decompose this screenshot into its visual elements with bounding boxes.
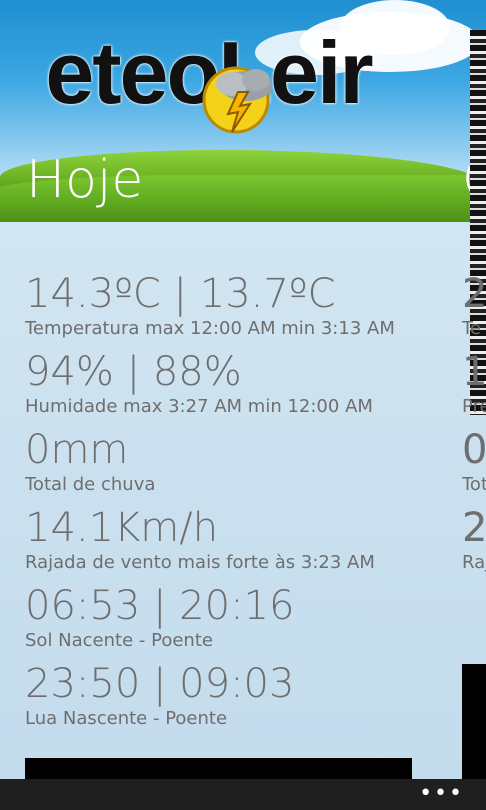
peek-value: 1 <box>462 349 486 395</box>
stat-label: Total de chuva <box>25 474 156 495</box>
stat-value: 14.3ºC | 13.7ºC <box>25 271 336 317</box>
app-bar: ••• <box>0 779 486 810</box>
stat-value: 06:53 | 20:16 <box>25 583 295 629</box>
peek-label: Raj <box>462 552 486 573</box>
stat-sun: 06:53 | 20:16 Sol Nacente - Poente <box>25 582 395 652</box>
stat-rain: 0mm Total de chuva <box>25 426 395 496</box>
stat-temperature: 14.3ºC | 13.7ºC Temperatura max 12:00 AM… <box>25 270 395 340</box>
stat-label: Temperatura max 12:00 AM min 3:13 AM <box>25 318 395 339</box>
peek-value: 2 <box>462 271 486 317</box>
stat-value: 0mm <box>25 427 129 473</box>
stat-humidity: 94% | 88% Humidade max 3:27 AM min 12:00… <box>25 348 395 418</box>
peek-label: Pre <box>462 396 486 417</box>
peek-label: Te <box>462 318 482 339</box>
stat-label: Lua Nascente - Poente <box>25 708 228 729</box>
stat-label: Sol Nacente - Poente <box>25 630 213 651</box>
next-pivot-peek[interactable]: 2 Te 1 Pre 0 Tot 2 Raj <box>462 270 486 582</box>
stats-list: 14.3ºC | 13.7ºC Temperatura max 12:00 AM… <box>25 270 395 738</box>
stat-wind-gust: 14.1Km/h Rajada de vento mais forte às 3… <box>25 504 395 574</box>
stat-label: Rajada de vento mais forte às 3:23 AM <box>25 552 375 573</box>
stat-value: 94% | 88% <box>25 349 242 395</box>
peek-value: 0 <box>462 427 486 473</box>
stat-value: 23:50 | 09:03 <box>25 661 295 707</box>
header-banner: MeteoLeir Hoje O <box>0 0 486 222</box>
ad-placeholder <box>25 758 412 780</box>
pivot-title-today[interactable]: Hoje <box>26 150 143 210</box>
stat-value: 14.1Km/h <box>25 505 219 551</box>
peek-label: Tot <box>462 474 486 495</box>
stat-moon: 23:50 | 09:03 Lua Nascente - Poente <box>25 660 395 730</box>
peek-value: 2 <box>462 505 486 551</box>
more-icon[interactable]: ••• <box>419 781 464 806</box>
app-logo: MeteoLeir <box>45 23 373 122</box>
ad-placeholder-peek <box>462 664 486 780</box>
stat-label: Humidade max 3:27 AM min 12:00 AM <box>25 396 373 417</box>
weather-storm-icon <box>202 66 272 134</box>
